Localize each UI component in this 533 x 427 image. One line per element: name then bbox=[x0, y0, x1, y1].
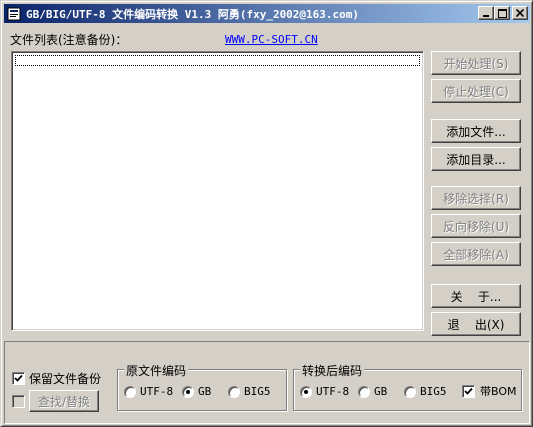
source-encoding-title: 原文件编码 bbox=[124, 362, 189, 379]
minimize-button[interactable] bbox=[478, 6, 494, 20]
find-replace-button-label: 查找/替换 bbox=[37, 394, 91, 409]
stop-button-label: 停止处理(C) bbox=[443, 84, 509, 99]
stop-button[interactable]: 停止处理(C) bbox=[431, 79, 521, 103]
target-utf8-radio[interactable] bbox=[300, 386, 312, 398]
target-encoding-title: 转换后编码 bbox=[300, 362, 365, 379]
start-button-label: 开始处理(S) bbox=[443, 56, 509, 71]
maximize-icon bbox=[497, 8, 507, 18]
source-big5-label: BIG5 bbox=[244, 385, 271, 398]
keep-backup-label: 保留文件备份 bbox=[29, 372, 102, 386]
about-button[interactable]: 关 于... bbox=[431, 284, 521, 308]
minimize-icon bbox=[483, 15, 489, 17]
target-utf8-label: UTF-8 bbox=[316, 385, 350, 398]
remove-selected-button[interactable]: 移除选择(R) bbox=[431, 186, 521, 210]
checkmark-icon bbox=[14, 374, 23, 382]
bom-label: 带BOM bbox=[480, 385, 517, 398]
remove-all-button-label: 全部移除(A) bbox=[443, 247, 509, 262]
keep-backup-checkbox[interactable] bbox=[12, 372, 25, 385]
exit-button-label: 退 出(X) bbox=[447, 317, 505, 332]
target-big5-label: BIG5 bbox=[420, 385, 447, 398]
add-file-button[interactable]: 添加文件... bbox=[431, 119, 521, 143]
remove-all-button[interactable]: 全部移除(A) bbox=[431, 242, 521, 266]
bom-checkbox[interactable] bbox=[462, 385, 475, 398]
title-bar[interactable]: GB/BIG/UTF-8 文件编码转换 V1.3 阿勇(fxy_2002@163… bbox=[4, 4, 530, 23]
app-icon bbox=[6, 6, 22, 22]
close-icon bbox=[516, 9, 524, 17]
website-link[interactable]: WWW.PC-SOFT.CN bbox=[225, 33, 318, 46]
source-gb-radio[interactable] bbox=[182, 386, 194, 398]
file-list-label: 文件列表(注意备份)： bbox=[10, 33, 128, 47]
options-panel: 保留文件备份 查找/替换 原文件编码 UTF-8 GB BIG5 转换后编码 U… bbox=[4, 341, 530, 424]
remove-selected-button-label: 移除选择(R) bbox=[443, 191, 509, 206]
window-title: GB/BIG/UTF-8 文件编码转换 V1.3 阿勇(fxy_2002@163… bbox=[26, 7, 360, 21]
exit-button[interactable]: 退 出(X) bbox=[431, 312, 521, 336]
maximize-button[interactable] bbox=[494, 6, 510, 20]
close-button[interactable] bbox=[512, 6, 528, 20]
find-replace-button[interactable]: 查找/替换 bbox=[29, 390, 99, 412]
reverse-remove-button[interactable]: 反向移除(U) bbox=[431, 214, 521, 238]
source-encoding-group: 原文件编码 UTF-8 GB BIG5 bbox=[117, 362, 287, 411]
target-encoding-group: 转换后编码 UTF-8 GB BIG5 带BOM bbox=[293, 362, 522, 411]
file-listbox[interactable] bbox=[11, 51, 424, 331]
add-file-button-label: 添加文件... bbox=[446, 124, 506, 139]
start-button[interactable]: 开始处理(S) bbox=[431, 51, 521, 75]
main-window: GB/BIG/UTF-8 文件编码转换 V1.3 阿勇(fxy_2002@163… bbox=[0, 0, 533, 427]
add-directory-button[interactable]: 添加目录... bbox=[431, 147, 521, 171]
reverse-remove-button-label: 反向移除(U) bbox=[442, 219, 510, 234]
find-replace-checkbox[interactable] bbox=[12, 395, 25, 408]
list-focus-rect bbox=[15, 55, 420, 66]
target-big5-radio[interactable] bbox=[404, 386, 416, 398]
about-button-label: 关 于... bbox=[450, 289, 502, 304]
checkmark-icon bbox=[464, 387, 473, 395]
source-utf8-radio[interactable] bbox=[124, 386, 136, 398]
target-gb-radio[interactable] bbox=[358, 386, 370, 398]
source-utf8-label: UTF-8 bbox=[140, 385, 174, 398]
target-gb-label: GB bbox=[374, 385, 388, 398]
source-big5-radio[interactable] bbox=[228, 386, 240, 398]
add-directory-button-label: 添加目录... bbox=[446, 152, 506, 167]
source-gb-label: GB bbox=[198, 385, 212, 398]
